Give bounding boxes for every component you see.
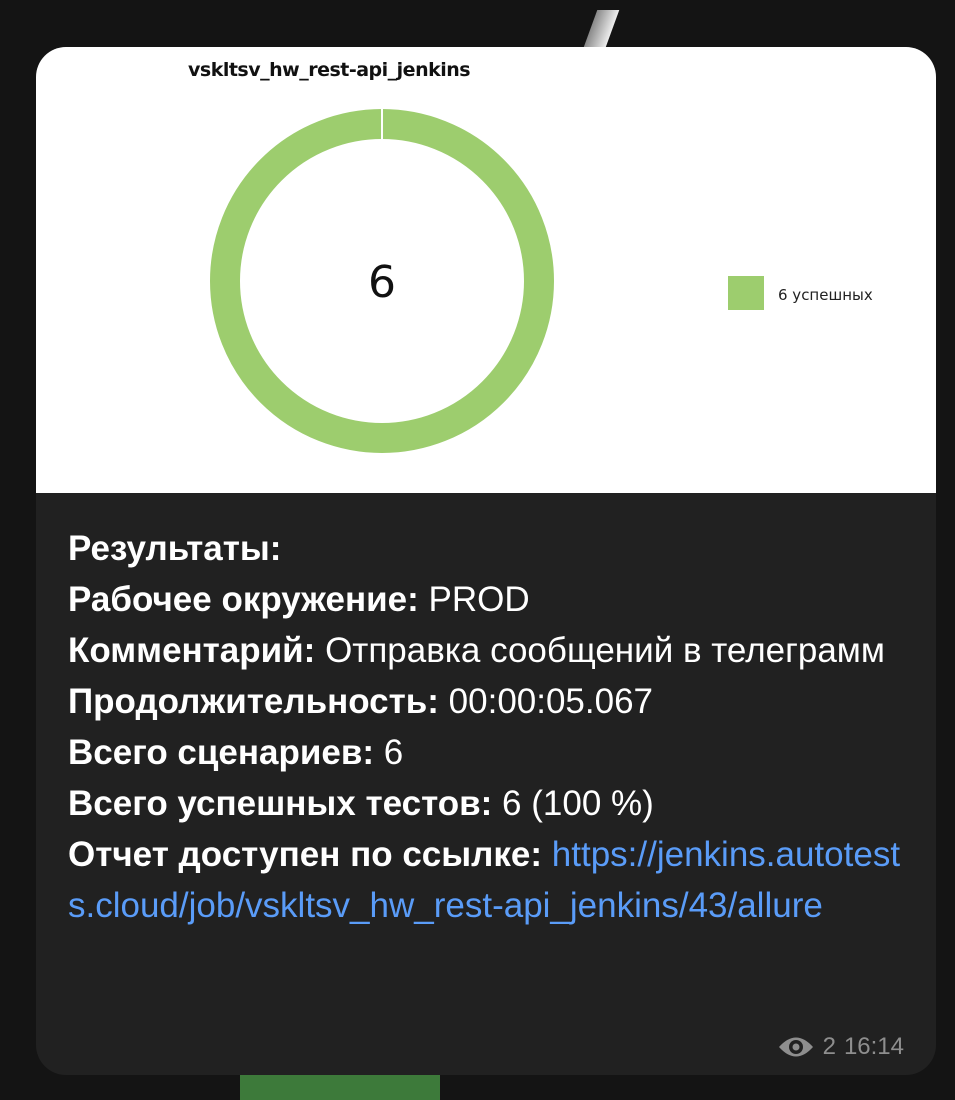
background-decoration: [582, 10, 620, 50]
legend-label: 6 успешных: [778, 286, 873, 304]
line-label: Всего успешных тестов:: [68, 784, 493, 823]
message-line: Продолжительность: 00:00:05.067: [68, 676, 908, 727]
message-line: Всего сценариев: 6: [68, 727, 908, 778]
timestamp: 16:14: [843, 1033, 904, 1060]
message-line: Результаты:: [68, 523, 908, 574]
legend-swatch: [728, 276, 764, 310]
line-label: Продолжительность:: [68, 682, 439, 721]
message-meta: 2 16:14: [777, 1033, 904, 1061]
line-value: 6: [374, 733, 404, 772]
message-bubble: vskltsv_hw_rest-api_jenkins 6 6 успешных…: [36, 47, 936, 1075]
line-label: Всего сценариев:: [68, 733, 375, 772]
message-line: Комментарий: Отправка сообщений в телегр…: [68, 625, 908, 676]
line-label: Рабочее окружение:: [68, 580, 419, 619]
message-line: Отчет доступен по ссылке: https://jenkin…: [68, 829, 908, 931]
line-value: 00:00:05.067: [438, 682, 654, 721]
line-label: Отчет доступен по ссылке:: [68, 835, 543, 874]
center-label: 6: [368, 257, 396, 308]
line-label: Комментарий:: [68, 631, 316, 670]
line-value: [542, 835, 552, 874]
line-label: Результаты:: [68, 529, 282, 568]
line-value: PROD: [418, 580, 530, 619]
donut-chart: 6 6 успешных: [210, 109, 873, 453]
view-count: 2: [822, 1033, 836, 1060]
message-text: Результаты: Рабочее окружение: PROD Коммен…: [68, 523, 908, 931]
background-decoration: [240, 1075, 440, 1100]
message-line: Рабочее окружение: PROD: [68, 574, 908, 625]
chart-image[interactable]: vskltsv_hw_rest-api_jenkins 6 6 успешных: [36, 47, 936, 493]
line-value: 6 (100 %): [492, 784, 654, 823]
line-value: Отправка сообщений в телеграмм: [315, 631, 885, 670]
eye-icon: [778, 1037, 813, 1057]
message-line: Всего успешных тестов: 6 (100 %): [68, 778, 908, 829]
